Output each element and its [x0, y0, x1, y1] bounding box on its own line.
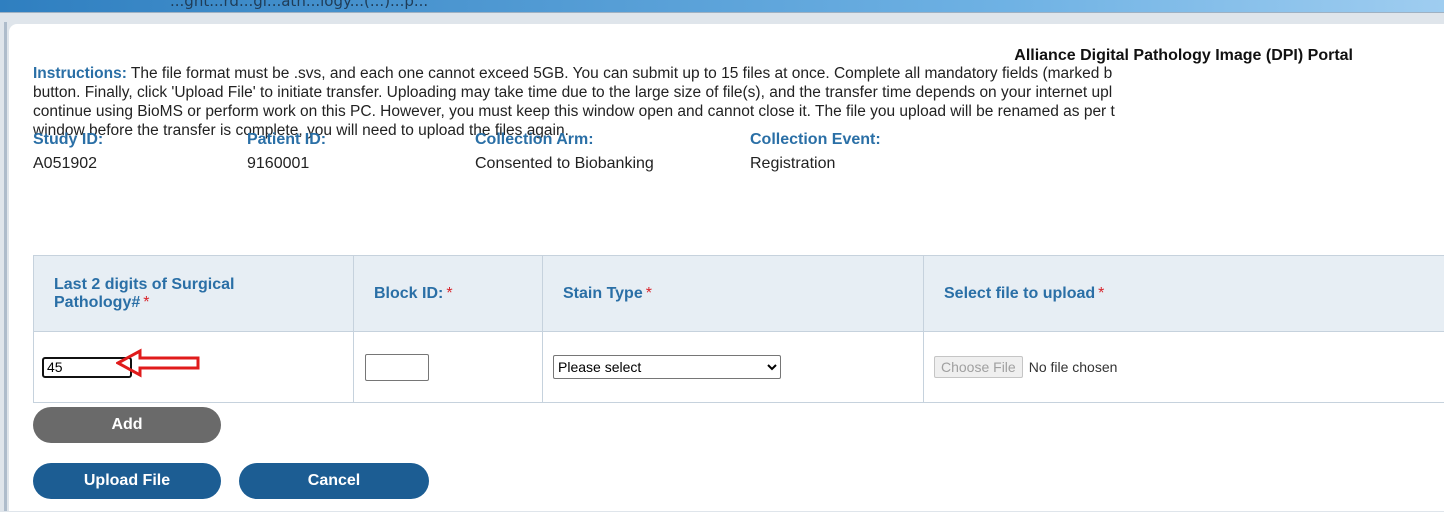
collection-arm-value: Consented to Biobanking	[475, 155, 654, 173]
study-id-value: A051902	[33, 155, 103, 173]
block-id-cell	[354, 332, 543, 403]
col-header-stain-type: Stain Type*	[543, 256, 924, 332]
upload-file-button[interactable]: Upload File	[33, 463, 221, 499]
collection-event-block: Collection Event: Registration	[750, 131, 881, 173]
portal-title: Alliance Digital Pathology Image (DPI) P…	[9, 47, 1353, 65]
collection-arm-label: Collection Arm:	[475, 131, 654, 149]
upload-table: Last 2 digits of Surgical Pathology#* Bl…	[33, 255, 1444, 403]
left-arrow-icon	[116, 348, 202, 378]
instructions-line-4: window before the transfer is complete, …	[33, 121, 1444, 140]
collection-arm-block: Collection Arm: Consented to Biobanking	[475, 131, 654, 173]
table-row: Please select Choose File No file chosen	[34, 332, 1444, 403]
required-marker: *	[446, 285, 452, 302]
table-header-row: Last 2 digits of Surgical Pathology#* Bl…	[34, 256, 1444, 332]
instructions-text: Instructions: The file format must be .s…	[33, 64, 1444, 140]
stain-type-cell: Please select	[543, 332, 924, 403]
file-status-text: No file chosen	[1029, 359, 1118, 375]
col-header-block-id: Block ID:*	[354, 256, 543, 332]
frame-edge	[4, 22, 7, 511]
block-id-input[interactable]	[365, 354, 429, 381]
required-marker: *	[1098, 285, 1104, 302]
file-cell: Choose File No file chosen	[924, 332, 1444, 403]
col-header-select-file: Select file to upload*	[924, 256, 1444, 332]
col-header-pathology: Last 2 digits of Surgical Pathology#*	[34, 256, 354, 332]
add-button[interactable]: Add	[33, 407, 221, 443]
required-marker: *	[646, 285, 652, 302]
patient-id-label: Patient ID:	[247, 131, 326, 149]
collection-event-value: Registration	[750, 155, 881, 173]
cancel-button[interactable]: Cancel	[239, 463, 429, 499]
file-input[interactable]: Choose File No file chosen	[932, 356, 1444, 378]
instructions-line-2: button. Finally, click 'Upload File' to …	[33, 83, 1444, 102]
required-marker: *	[143, 294, 149, 311]
instructions-line-3: continue using BioMS or perform work on …	[33, 102, 1444, 121]
study-id-block: Study ID: A051902	[33, 131, 103, 173]
instructions-label: Instructions:	[33, 65, 127, 82]
choose-file-button[interactable]: Choose File	[934, 356, 1023, 378]
study-id-label: Study ID:	[33, 131, 103, 149]
patient-id-value: 9160001	[247, 155, 326, 173]
browser-title-text: ...ght...rd...gi...ath...logy...(...)...…	[170, 0, 428, 10]
stain-type-select[interactable]: Please select	[553, 355, 781, 379]
upload-panel: Alliance Digital Pathology Image (DPI) P…	[9, 24, 1444, 511]
instructions-line-1: Instructions: The file format must be .s…	[33, 64, 1444, 83]
collection-event-label: Collection Event:	[750, 131, 881, 149]
patient-id-block: Patient ID: 9160001	[247, 131, 326, 173]
